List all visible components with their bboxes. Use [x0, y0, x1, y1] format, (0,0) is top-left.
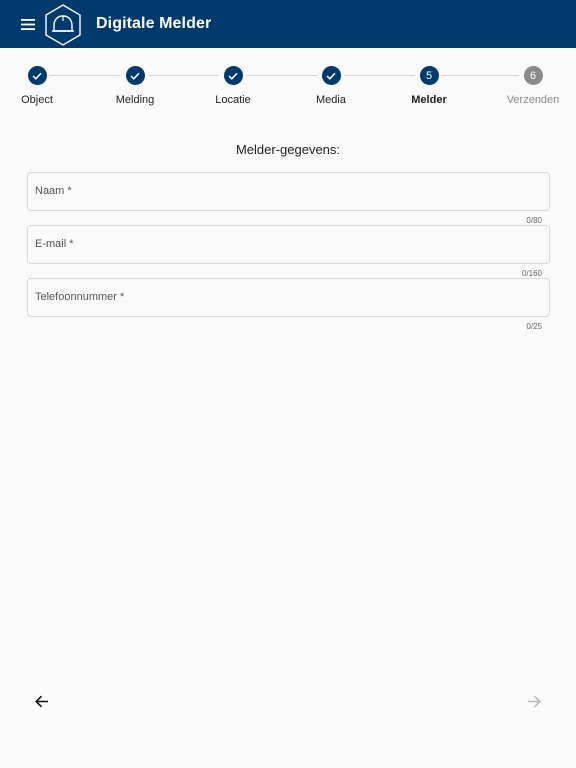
- step-object[interactable]: Object: [0, 66, 77, 106]
- phone-field[interactable]: Telefoonnummer *: [27, 278, 550, 317]
- check-icon: [228, 72, 238, 80]
- email-char-counter: 0/160: [521, 269, 542, 278]
- step-verzenden: 6 Verzenden: [493, 66, 573, 106]
- check-icon: [326, 72, 336, 80]
- step-number-badge: 5: [419, 66, 439, 85]
- step-melder[interactable]: 5 Melder: [389, 66, 469, 106]
- name-field[interactable]: Naam *: [27, 172, 550, 211]
- hamburger-menu-icon: [21, 18, 35, 30]
- app-bar: Digitale Melder: [0, 0, 576, 48]
- arrow-right-icon: [528, 695, 541, 707]
- back-button[interactable]: [28, 687, 56, 715]
- hexagon-helmet-logo: [45, 4, 81, 46]
- step-done-badge: [27, 66, 47, 85]
- step-melding[interactable]: Melding: [95, 66, 175, 106]
- step-done-badge: [125, 66, 145, 85]
- step-done-badge: [223, 66, 243, 85]
- phone-char-counter: 0/25: [526, 322, 542, 331]
- step-label: Melder: [411, 94, 447, 106]
- step-number-badge: 6: [523, 66, 543, 85]
- menu-button[interactable]: [18, 14, 38, 34]
- step-label: Media: [316, 94, 346, 106]
- step-locatie[interactable]: Locatie: [193, 66, 273, 106]
- next-button[interactable]: [520, 687, 548, 715]
- email-field-label: E-mail *: [35, 238, 74, 250]
- email-field[interactable]: E-mail *: [27, 225, 550, 264]
- step-label: Verzenden: [506, 94, 560, 106]
- check-icon: [32, 72, 42, 80]
- step-label: Melding: [115, 94, 155, 106]
- name-field-label: Naam *: [35, 185, 72, 197]
- name-char-counter: 0/80: [526, 216, 542, 225]
- step-label: Locatie: [215, 94, 251, 106]
- phone-field-label: Telefoonnummer *: [35, 291, 125, 303]
- progress-stepper: Object Melding Locatie Media 5 Melder 6 …: [0, 48, 576, 128]
- form-title: Melder-gegevens:: [235, 142, 341, 157]
- app-title: Digitale Melder: [96, 15, 212, 32]
- step-done-badge: [321, 66, 341, 85]
- step-media[interactable]: Media: [291, 66, 371, 106]
- arrow-left-icon: [35, 695, 48, 707]
- check-icon: [130, 72, 140, 80]
- step-label: Object: [21, 94, 53, 106]
